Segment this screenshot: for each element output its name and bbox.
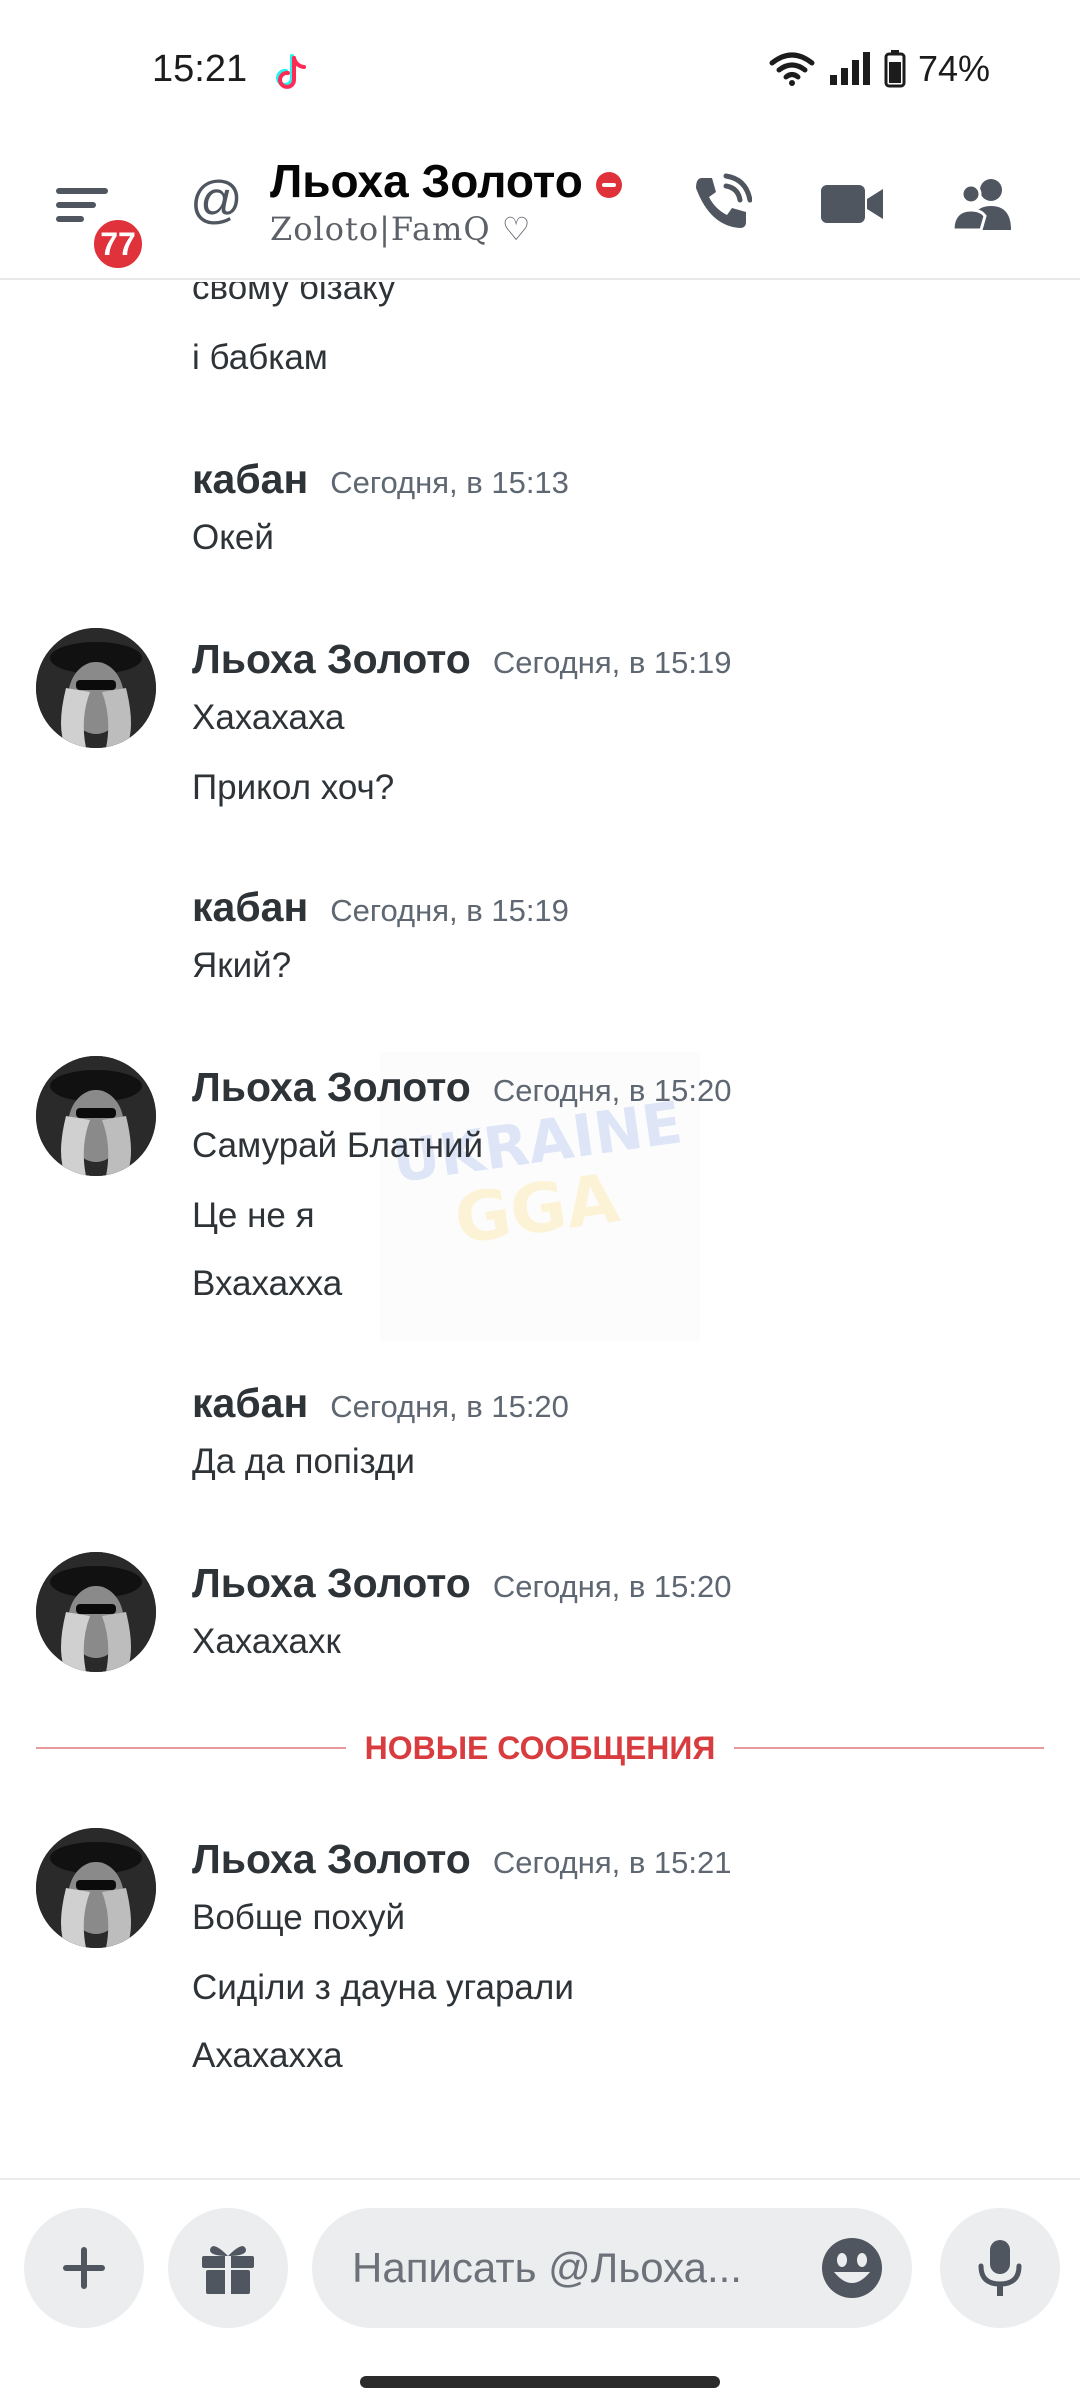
message-text: Ахахахха	[192, 2036, 343, 2075]
message-text: Вхахахха	[192, 1264, 343, 1303]
message-header: Льоха Золото Сегодня, в 15:20	[192, 1560, 732, 1607]
members-icon	[951, 179, 1011, 232]
message-text: Який?	[192, 946, 292, 985]
message-timestamp: Сегодня, в 15:20	[330, 1389, 569, 1424]
voice-call-button[interactable]	[680, 164, 760, 244]
home-indicator[interactable]	[360, 2376, 720, 2388]
channel-header: 77 @ Льоха Золото Zoloto|FamQ ♡	[0, 140, 1080, 280]
message-timestamp: Сегодня, в 15:20	[492, 1569, 732, 1604]
member-list-button[interactable]	[944, 164, 1024, 244]
message-text: Сиділи з дауна угарали	[192, 1968, 574, 2007]
unread-badge: 77	[90, 216, 146, 272]
message-timestamp: Сегодня, в 15:13	[330, 465, 569, 500]
message-text: Прикол хоч?	[192, 768, 395, 807]
status-time: 15:21	[152, 48, 248, 90]
gift-icon	[202, 2246, 254, 2294]
message-header: кабан Сегодня, в 15:20	[192, 1380, 569, 1427]
message-author[interactable]: Льоха Золото	[192, 1560, 471, 1606]
divider-line	[734, 1747, 1044, 1749]
microphone-icon	[978, 2240, 1022, 2296]
video-call-button[interactable]	[812, 164, 892, 244]
tiktok-notification-icon	[276, 54, 306, 89]
user-avatar-image	[36, 1828, 156, 1948]
battery-icon	[884, 50, 906, 88]
user-avatar-image	[36, 628, 156, 748]
emoji-icon[interactable]	[820, 2236, 884, 2300]
message-input-container	[312, 2208, 912, 2328]
status-bar: 15:21 74%	[0, 0, 1080, 140]
message-input[interactable]	[352, 2208, 792, 2328]
message-header: Льоха Золото Сегодня, в 15:19	[192, 636, 732, 683]
plus-icon	[63, 2247, 105, 2289]
message-timestamp: Сегодня, в 15:20	[492, 1073, 732, 1108]
video-camera-icon	[821, 185, 883, 223]
new-messages-divider: НОВЫЕ СООБЩЕНИЯ	[36, 1728, 1044, 1768]
message-text: Окей	[192, 518, 274, 557]
avatar[interactable]	[36, 1056, 156, 1176]
message-list[interactable]: UKRAINE GGA свому бізаку і бабкам кабан С…	[0, 282, 1080, 2178]
message-text: Хахахаха	[192, 698, 345, 737]
message-author[interactable]: Льоха Золото	[192, 636, 471, 682]
message-composer	[0, 2178, 1080, 2400]
phone-call-icon	[696, 173, 752, 228]
dm-user-name[interactable]: Льоха Золото	[270, 154, 583, 208]
message-header: кабан Сегодня, в 15:13	[192, 456, 569, 503]
gift-button[interactable]	[168, 2208, 288, 2328]
message-header: Льоха Золото Сегодня, в 15:21	[192, 1836, 732, 1883]
dnd-status-icon	[596, 172, 622, 198]
message-text: Самурай Блатний	[192, 1126, 484, 1165]
message-author[interactable]: кабан	[192, 456, 308, 502]
add-attachment-button[interactable]	[24, 2208, 144, 2328]
message-timestamp: Сегодня, в 15:19	[330, 893, 569, 928]
battery-percent: 74%	[917, 48, 990, 89]
wifi-icon	[769, 52, 815, 86]
message-timestamp: Сегодня, в 15:21	[492, 1845, 732, 1880]
message-text: Це не я	[192, 1196, 315, 1235]
message-header: кабан Сегодня, в 15:19	[192, 884, 569, 931]
signal-icon	[829, 52, 870, 85]
avatar[interactable]	[36, 1828, 156, 1948]
voice-message-button[interactable]	[940, 2208, 1060, 2328]
message-author[interactable]: кабан	[192, 884, 308, 930]
message-text: Хахахахк	[192, 1622, 341, 1661]
custom-status: Zoloto|FamQ ♡	[270, 210, 532, 248]
message-timestamp: Сегодня, в 15:19	[492, 645, 732, 680]
user-avatar-image	[36, 1056, 156, 1176]
at-icon: @	[190, 171, 243, 229]
message-text: Вобще похуй	[192, 1898, 406, 1937]
message-text: Да да попізди	[192, 1442, 415, 1481]
user-avatar-image	[36, 1552, 156, 1672]
menu-button[interactable]: 77	[50, 170, 150, 272]
avatar[interactable]	[36, 1552, 156, 1672]
message-text: і бабкам	[192, 338, 328, 377]
message-header: Льоха Золото Сегодня, в 15:20	[192, 1064, 732, 1111]
message-author[interactable]: кабан	[192, 1380, 308, 1426]
message-author[interactable]: Льоха Золото	[192, 1064, 471, 1110]
message-text: свому бізаку	[192, 282, 396, 307]
message-author[interactable]: Льоха Золото	[192, 1836, 471, 1882]
avatar[interactable]	[36, 628, 156, 748]
